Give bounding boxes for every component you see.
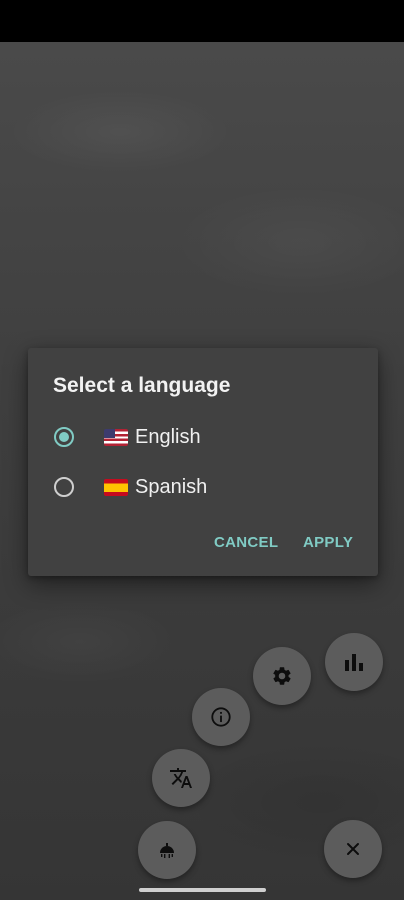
info-icon [211,707,231,727]
us-flag-icon [104,428,128,446]
info-button[interactable] [192,688,250,746]
navigation-handle[interactable] [139,888,266,892]
gear-icon [273,667,291,685]
translate-button[interactable] [152,749,210,807]
apply-button[interactable]: APPLY [303,534,353,551]
es-flag-icon [104,478,128,496]
language-label: Spanish [135,475,208,498]
theme-icon [160,843,174,858]
cancel-button[interactable]: CANCEL [214,534,278,551]
language-option-english[interactable]: English [28,414,378,460]
bar-chart-icon [345,654,363,671]
close-icon [347,843,359,855]
close-menu-button[interactable] [324,820,382,878]
language-dialog: Select a language English Spanish CANCEL… [28,348,378,576]
theme-button[interactable] [138,821,196,879]
language-option-spanish[interactable]: Spanish [28,464,378,510]
dialog-title: Select a language [53,374,231,397]
translate-icon [170,768,192,788]
language-label: English [135,425,201,448]
status-bar [0,0,404,42]
settings-button[interactable] [253,647,311,705]
radio-selected-icon[interactable] [54,427,74,447]
radio-unselected-icon[interactable] [54,477,74,497]
stats-button[interactable] [325,633,383,691]
